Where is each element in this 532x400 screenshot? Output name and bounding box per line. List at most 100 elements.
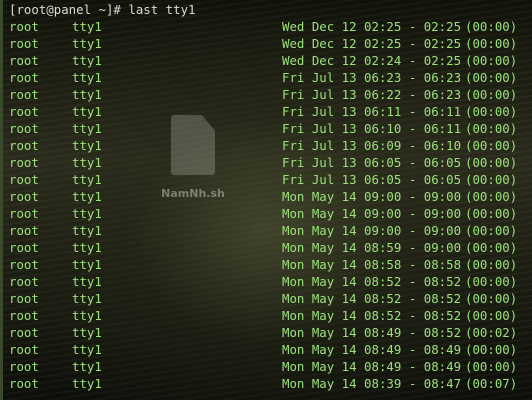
tty-cell: tty1	[72, 70, 102, 85]
time-range-cell: Mon May 14 08:49 - 08:49	[282, 359, 462, 374]
time-range-cell: Mon May 14 09:00 - 09:00	[282, 189, 462, 204]
user-cell: root	[9, 121, 39, 136]
output-row: root tty1 Mon May 14 08:49 - 08:49 (00:00)	[0, 341, 532, 358]
tty-cell: tty1	[72, 206, 102, 221]
user-cell: root	[9, 223, 39, 238]
time-range-cell: Fri Jul 13 06:22 - 06:23	[282, 87, 462, 102]
user-cell: root	[9, 155, 39, 170]
user-cell: root	[9, 325, 39, 340]
duration-cell: (00:00)	[465, 359, 518, 374]
output-row: root tty1 Mon May 14 08:59 - 09:00 (00:00)	[0, 239, 532, 256]
time-range-cell: Mon May 14 08:52 - 08:52	[282, 274, 462, 289]
time-range-cell: Mon May 14 08:58 - 08:58	[282, 257, 462, 272]
user-cell: root	[9, 240, 39, 255]
time-range-cell: Fri Jul 13 06:09 - 06:10	[282, 138, 462, 153]
output-row: root tty1 Mon May 14 08:52 - 08:52 (00:00)	[0, 307, 532, 324]
output-row: root tty1 Fri Jul 13 06:22 - 06:23 (00:00)	[0, 86, 532, 103]
duration-cell: (00:00)	[465, 104, 518, 119]
output-list: root tty1 Wed Dec 12 02:25 - 02:25 (00:00) r…	[0, 18, 532, 392]
output-row: root tty1 Fri Jul 13 06:05 - 06:05 (00:00)	[0, 154, 532, 171]
user-cell: root	[9, 19, 39, 34]
duration-cell: (00:00)	[465, 19, 518, 34]
duration-cell: (00:07)	[465, 376, 518, 391]
time-range-cell: Wed Dec 12 02:25 - 02:25	[282, 19, 462, 34]
output-row: root tty1 Mon May 14 09:00 - 09:00 (00:00)	[0, 188, 532, 205]
user-cell: root	[9, 376, 39, 391]
time-range-cell: Mon May 14 08:49 - 08:49	[282, 342, 462, 357]
duration-cell: (00:00)	[465, 138, 518, 153]
time-range-cell: Mon May 14 08:59 - 09:00	[282, 240, 462, 255]
time-range-cell: Fri Jul 13 06:05 - 06:05	[282, 155, 462, 170]
tty-cell: tty1	[72, 189, 102, 204]
user-cell: root	[9, 274, 39, 289]
time-range-cell: Mon May 14 09:00 - 09:00	[282, 206, 462, 221]
user-cell: root	[9, 36, 39, 51]
time-range-cell: Fri Jul 13 06:10 - 06:11	[282, 121, 462, 136]
duration-cell: (00:00)	[465, 53, 518, 68]
tty-cell: tty1	[72, 172, 102, 187]
tty-cell: tty1	[72, 308, 102, 323]
user-cell: root	[9, 172, 39, 187]
output-row: root tty1 Wed Dec 12 02:24 - 02:25 (00:00)	[0, 52, 532, 69]
output-row: root tty1 Mon May 14 08:52 - 08:52 (00:00)	[0, 290, 532, 307]
tty-cell: tty1	[72, 325, 102, 340]
time-range-cell: Mon May 14 08:39 - 08:47	[282, 376, 462, 391]
user-cell: root	[9, 206, 39, 221]
output-row: root tty1 Wed Dec 12 02:25 - 02:25 (00:00)	[0, 35, 532, 52]
output-row: root tty1 Mon May 14 08:52 - 08:52 (00:00)	[0, 273, 532, 290]
output-row: root tty1 Mon May 14 09:00 - 09:00 (00:00)	[0, 205, 532, 222]
tty-cell: tty1	[72, 138, 102, 153]
command-line[interactable]: [root@panel ~]# last tty1	[9, 1, 196, 18]
duration-cell: (00:00)	[465, 291, 518, 306]
shell-prompt: [root@panel ~]#	[9, 2, 129, 17]
duration-cell: (00:00)	[465, 121, 518, 136]
time-range-cell: Mon May 14 09:00 - 09:00	[282, 223, 462, 238]
time-range-cell: Fri Jul 13 06:23 - 06:23	[282, 70, 462, 85]
duration-cell: (00:00)	[465, 342, 518, 357]
tty-cell: tty1	[72, 53, 102, 68]
duration-cell: (00:02)	[465, 325, 518, 340]
user-cell: root	[9, 53, 39, 68]
terminal-window[interactable]: NamNh.sh [root@panel ~]# last tty1 root t…	[0, 0, 532, 400]
user-cell: root	[9, 138, 39, 153]
duration-cell: (00:00)	[465, 257, 518, 272]
duration-cell: (00:00)	[465, 223, 518, 238]
output-row: root tty1 Mon May 14 08:39 - 08:47 (00:07)	[0, 375, 532, 392]
tty-cell: tty1	[72, 155, 102, 170]
time-range-cell: Fri Jul 13 06:11 - 06:11	[282, 104, 462, 119]
duration-cell: (00:00)	[465, 308, 518, 323]
user-cell: root	[9, 342, 39, 357]
duration-cell: (00:00)	[465, 36, 518, 51]
output-row: root tty1 Mon May 14 08:58 - 08:58 (00:00)	[0, 256, 532, 273]
duration-cell: (00:00)	[465, 189, 518, 204]
tty-cell: tty1	[72, 257, 102, 272]
output-row: root tty1 Mon May 14 08:49 - 08:52 (00:02)	[0, 324, 532, 341]
user-cell: root	[9, 308, 39, 323]
duration-cell: (00:00)	[465, 70, 518, 85]
tty-cell: tty1	[72, 104, 102, 119]
duration-cell: (00:00)	[465, 155, 518, 170]
tty-cell: tty1	[72, 19, 102, 34]
output-row: root tty1 Mon May 14 09:00 - 09:00 (00:00)	[0, 222, 532, 239]
output-row: root tty1 Fri Jul 13 06:05 - 06:05 (00:00)	[0, 171, 532, 188]
time-range-cell: Wed Dec 12 02:25 - 02:25	[282, 36, 462, 51]
output-row: root tty1 Fri Jul 13 06:09 - 06:10 (00:00)	[0, 137, 532, 154]
duration-cell: (00:00)	[465, 172, 518, 187]
user-cell: root	[9, 189, 39, 204]
output-row: root tty1 Fri Jul 13 06:11 - 06:11 (00:00)	[0, 103, 532, 120]
tty-cell: tty1	[72, 121, 102, 136]
user-cell: root	[9, 257, 39, 272]
duration-cell: (00:00)	[465, 240, 518, 255]
user-cell: root	[9, 104, 39, 119]
output-row: root tty1 Fri Jul 13 06:10 - 06:11 (00:00)	[0, 120, 532, 137]
user-cell: root	[9, 87, 39, 102]
time-range-cell: Mon May 14 08:52 - 08:52	[282, 291, 462, 306]
tty-cell: tty1	[72, 359, 102, 374]
user-cell: root	[9, 359, 39, 374]
duration-cell: (00:00)	[465, 206, 518, 221]
tty-cell: tty1	[72, 223, 102, 238]
command-text: last tty1	[128, 2, 196, 17]
tty-cell: tty1	[72, 342, 102, 357]
tty-cell: tty1	[72, 274, 102, 289]
time-range-cell: Wed Dec 12 02:24 - 02:25	[282, 53, 462, 68]
